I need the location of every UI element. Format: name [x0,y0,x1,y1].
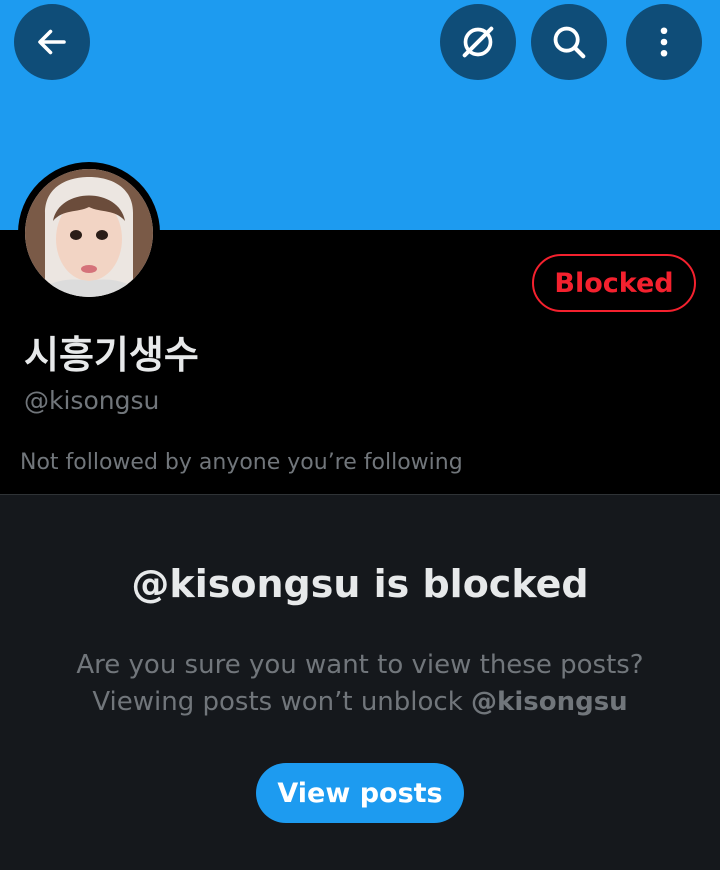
avatar[interactable] [18,162,160,304]
blocked-button[interactable]: Blocked [532,254,696,312]
grok-button[interactable] [440,4,516,80]
grok-icon [462,26,494,58]
back-button[interactable] [14,4,90,80]
search-button[interactable] [531,4,607,80]
divider [0,494,720,495]
avatar-photo [25,169,153,297]
display-name: 시흥기생수 [24,333,199,377]
more-vertical-icon [660,27,668,57]
blocked-notice-line-1: Are you sure you want to view these post… [76,650,644,680]
arrow-left-icon [38,29,66,55]
search-icon [553,26,586,59]
blocked-notice-handle: @kisongsu [471,687,628,717]
user-handle: @kisongsu [24,386,160,415]
blocked-notice-line-2: Viewing posts won’t unblock @kisongsu [0,684,720,721]
blocked-notice-description: Are you sure you want to view these post… [0,647,720,721]
followers-you-know-note[interactable]: Not followed by anyone you’re following [20,450,463,475]
view-posts-button[interactable]: View posts [256,763,464,823]
more-options-button[interactable] [626,4,702,80]
blocked-notice-line-2-text: Viewing posts won’t unblock [92,687,472,717]
blocked-notice-title: @kisongsu is blocked [131,562,589,606]
